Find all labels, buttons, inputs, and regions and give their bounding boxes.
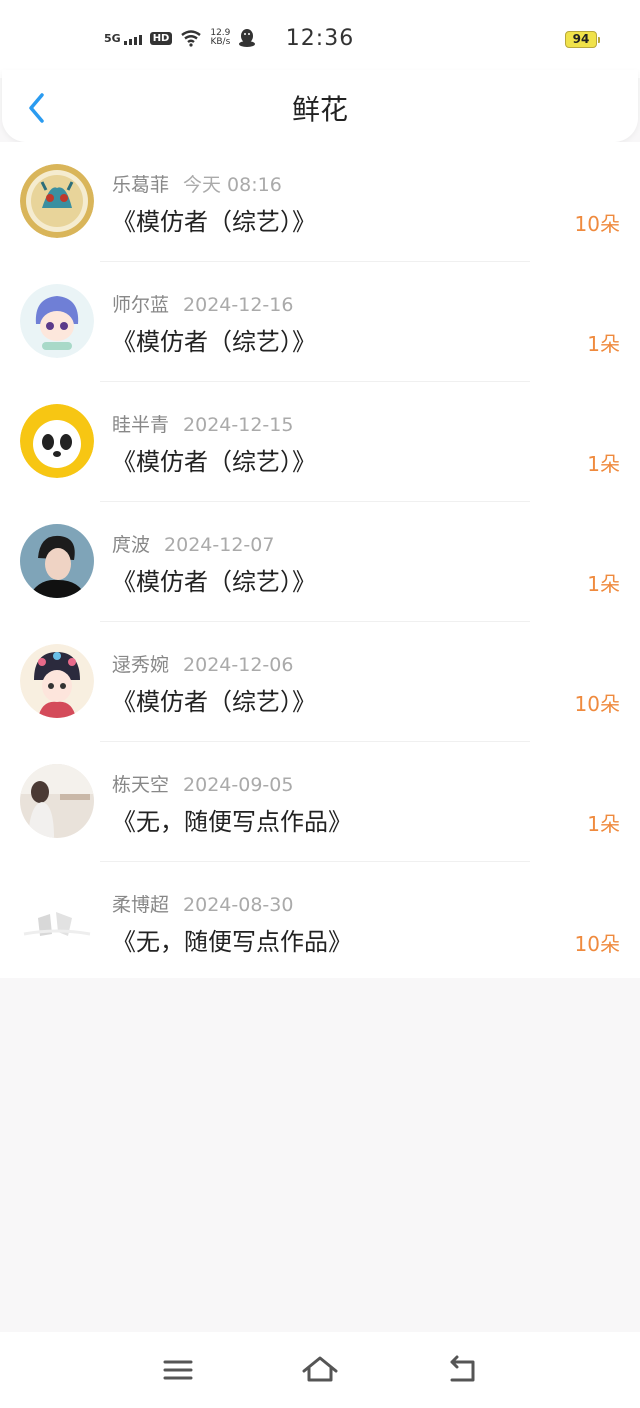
flower-count: 10朵 [574,692,620,716]
sender-name: 柔博超 2024-08-30 [112,890,293,917]
panda-sunflower-avatar[interactable] [20,404,94,478]
sender-name-text: 逯秀婉 [112,654,170,676]
flower-count: 1朵 [587,452,620,476]
menu-button[interactable] [158,1352,198,1388]
send-date: 2024-12-07 [164,534,275,556]
list-item[interactable]: 柔博超 2024-08-30 《无，随便写点作品》 10朵 [0,862,640,982]
menu-icon [163,1360,193,1380]
sender-name: 庹波 2024-12-07 [112,530,274,557]
flower-list: 乐葛菲 今天 08:16 《模仿者（综艺）》 10朵 师尔蓝 2024-12-16 … [0,142,640,978]
sender-name: 栋天空 2024-09-05 [112,770,293,797]
photo-girl-avatar[interactable] [20,764,94,838]
anime-girl-avatar[interactable] [20,284,94,358]
work-title: 《模仿者（综艺）》 [112,208,316,236]
flower-count: 1朵 [587,572,620,596]
opera-girl-avatar[interactable] [20,644,94,718]
zodiac-medal-avatar[interactable] [20,164,94,238]
flower-count: 1朵 [587,332,620,356]
list-item[interactable]: 师尔蓝 2024-12-16 《模仿者（综艺）》 1朵 [0,262,640,382]
list-item[interactable]: 庹波 2024-12-07 《模仿者（综艺）》 1朵 [0,502,640,622]
list-item[interactable]: 栋天空 2024-09-05 《无，随便写点作品》 1朵 [0,742,640,862]
back-arrow-icon [450,1355,475,1382]
work-title: 《模仿者（综艺）》 [112,688,316,716]
sender-name-text: 庹波 [112,534,151,556]
sender-name-text: 乐葛菲 [112,174,170,196]
flower-count: 10朵 [574,212,620,236]
sender-name: 师尔蓝 2024-12-16 [112,290,293,317]
work-title: 《无，随便写点作品》 [112,928,352,956]
send-date: 2024-08-30 [183,894,294,916]
clock: 12:36 [285,26,355,51]
work-title: 《模仿者（综艺）》 [112,448,316,476]
home-icon [302,1356,338,1382]
send-date: 2024-12-06 [183,654,294,676]
list-item[interactable]: 眭半青 2024-12-15 《模仿者（综艺）》 1朵 [0,382,640,502]
list-item[interactable]: 乐葛菲 今天 08:16 《模仿者（综艺）》 10朵 [0,142,640,262]
sender-name: 眭半青 2024-12-15 [112,410,293,437]
send-date: 今天 08:16 [183,174,282,196]
work-title: 《模仿者（综艺）》 [112,568,316,596]
work-title: 《模仿者（综艺）》 [112,328,316,356]
sender-name-text: 眭半青 [112,414,170,436]
home-button[interactable] [300,1352,340,1388]
sketch-avatar[interactable] [20,884,94,958]
system-nav-bar [0,1332,640,1408]
battery-indicator: 94 [565,31,600,48]
flower-count: 1朵 [587,812,620,836]
list-item[interactable]: 逯秀婉 2024-12-06 《模仿者（综艺）》 10朵 [0,622,640,742]
sender-name: 逯秀婉 2024-12-06 [112,650,293,677]
send-date: 2024-09-05 [183,774,294,796]
sender-name: 乐葛菲 今天 08:16 [112,170,282,197]
work-title: 《无，随便写点作品》 [112,808,352,836]
young-man-avatar[interactable] [20,524,94,598]
app-header: 鲜花 [2,70,638,142]
send-date: 2024-12-16 [183,294,294,316]
sender-name-text: 柔博超 [112,894,170,916]
flower-count: 10朵 [574,932,620,956]
status-bar: 5G HD 12.9 KB/s 12:36 94 [0,0,640,78]
page-title: 鲜花 [291,93,348,126]
sender-name-text: 栋天空 [112,774,170,796]
send-date: 2024-12-15 [183,414,294,436]
sender-name-text: 师尔蓝 [112,294,170,316]
back-nav-button[interactable] [442,1352,482,1388]
